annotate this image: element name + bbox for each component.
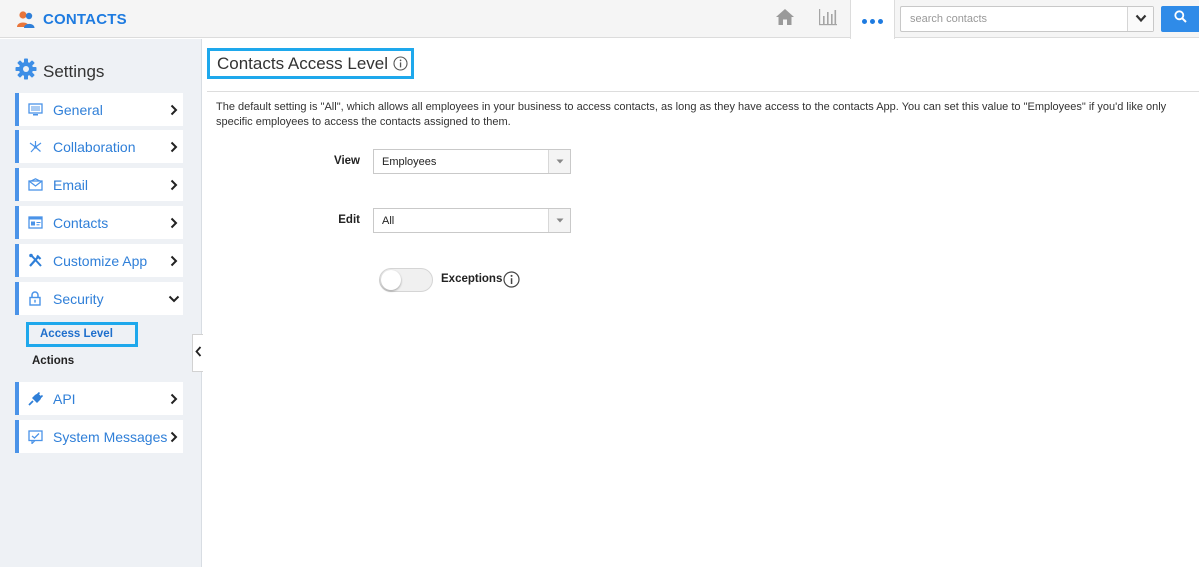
sidebar-item-contacts[interactable]: Contacts — [15, 206, 183, 239]
edit-select-value: All — [382, 214, 395, 227]
sidebar-item-label: Security — [53, 290, 104, 307]
sidebar-item-system-messages[interactable]: System Messages — [15, 420, 183, 453]
sidebar-item-label: Contacts — [53, 214, 109, 231]
gear-icon — [15, 58, 37, 85]
edit-select[interactable]: All — [373, 208, 571, 233]
collapse-sidebar-button[interactable] — [192, 334, 203, 372]
sidebar-item-label: General — [53, 101, 103, 118]
more-apps-button[interactable] — [850, 0, 895, 39]
app-title: CONTACTS — [43, 10, 127, 28]
sidebar-item-label: Email — [53, 176, 89, 193]
sidebar-item-label: System Messages — [53, 428, 168, 445]
chevron-down-icon — [168, 293, 180, 305]
search-input[interactable] — [901, 7, 1127, 31]
search-button[interactable] — [1161, 6, 1199, 32]
sidebar-item-label: Customize App — [53, 252, 148, 269]
app-brand[interactable]: CONTACTS — [16, 8, 127, 30]
chevron-right-icon — [168, 217, 180, 229]
chevron-right-icon — [168, 431, 180, 443]
envelope-icon — [27, 177, 43, 193]
sidebar-item-email[interactable]: Email — [15, 168, 183, 201]
page-title: Contacts Access Level — [217, 53, 389, 73]
sidebar-item-security[interactable]: Security — [15, 282, 183, 315]
sidebar-item-api[interactable]: API — [15, 382, 183, 415]
plug-icon — [27, 391, 43, 407]
caret-down-icon — [548, 150, 570, 173]
exceptions-info-icon[interactable] — [503, 271, 520, 288]
sidebar-item-general[interactable]: General — [15, 93, 183, 126]
chevron-down-icon — [1135, 10, 1147, 28]
settings-sidebar: Settings General Collaboration Email Con… — [0, 39, 202, 567]
info-icon[interactable] — [393, 56, 408, 71]
sidebar-item-collaboration[interactable]: Collaboration — [15, 130, 183, 163]
page-description: The default setting is "All", which allo… — [216, 101, 1167, 128]
top-bar: CONTACTS — [0, 0, 1199, 39]
search-filter-dropdown[interactable] — [1127, 7, 1153, 31]
sidebar-item-label: Collaboration — [53, 138, 136, 155]
chevron-right-icon — [168, 179, 180, 191]
home-button[interactable] — [766, 0, 804, 38]
message-icon — [27, 429, 43, 445]
contacts-logo-icon — [16, 9, 36, 29]
sidebar-item-label: API — [53, 390, 76, 407]
chevron-right-icon — [168, 104, 180, 116]
sidebar-item-customize-app[interactable]: Customize App — [15, 244, 183, 277]
contact-card-icon — [27, 215, 43, 231]
chart-icon — [818, 8, 838, 31]
reports-button[interactable] — [809, 0, 847, 38]
collaboration-icon — [27, 139, 43, 155]
sidebar-title: Settings — [43, 61, 105, 81]
security-sub-actions[interactable]: Actions — [32, 355, 74, 367]
search-box — [900, 6, 1154, 32]
sidebar-header: Settings — [15, 58, 104, 85]
exceptions-toggle[interactable] — [379, 268, 433, 292]
toggle-knob — [381, 270, 401, 290]
monitor-icon — [27, 102, 43, 118]
exceptions-label: Exceptions — [441, 273, 503, 285]
page-title-box: Contacts Access Level — [207, 48, 414, 79]
more-icon — [862, 19, 883, 24]
view-label: View — [334, 155, 360, 167]
security-sub-access-level[interactable]: Access Level — [26, 322, 138, 347]
chevron-right-icon — [168, 141, 180, 153]
chevron-right-icon — [168, 255, 180, 267]
home-icon — [775, 8, 795, 31]
chevron-right-icon — [168, 393, 180, 405]
caret-down-icon — [548, 209, 570, 232]
search-icon — [1173, 10, 1187, 28]
lock-icon — [27, 291, 43, 307]
view-select[interactable]: Employees — [373, 149, 571, 174]
chevron-left-icon — [194, 344, 202, 362]
tools-icon — [27, 253, 43, 269]
edit-label: Edit — [338, 214, 360, 226]
view-select-value: Employees — [382, 155, 437, 168]
title-divider — [207, 91, 1199, 92]
